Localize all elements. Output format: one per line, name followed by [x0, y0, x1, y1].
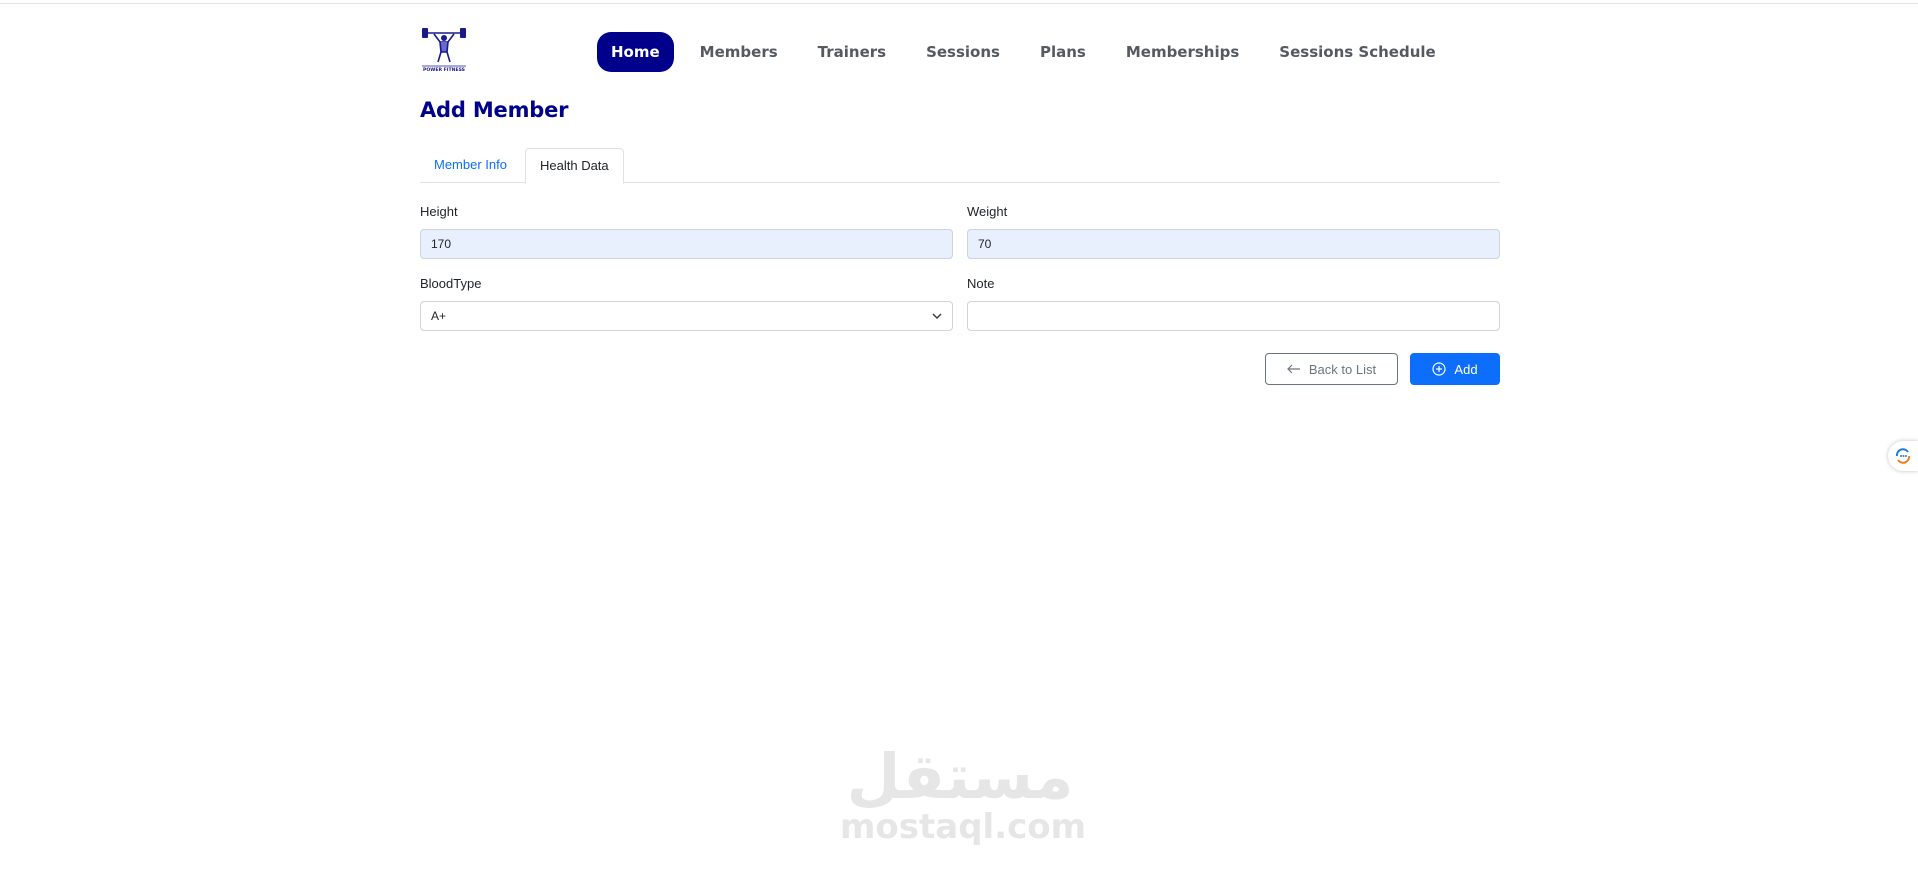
page: POWER FITNESS Home Members Trainers Sess… [0, 0, 1918, 873]
add-button[interactable]: Add [1410, 353, 1500, 385]
back-to-list-label: Back to List [1308, 361, 1377, 377]
bloodtype-selected-value: A+ [431, 309, 447, 323]
weight-input[interactable]: 70 [967, 229, 1500, 259]
watermark-arabic: مستقل [846, 740, 1074, 813]
page-title: Add Member [420, 98, 569, 122]
nav-trainers[interactable]: Trainers [798, 32, 906, 72]
height-label: Height [420, 204, 458, 219]
chevron-down-icon [932, 313, 942, 319]
nav-members[interactable]: Members [680, 32, 798, 72]
floating-chat-widget[interactable] [1888, 441, 1918, 471]
gym-logo[interactable]: POWER FITNESS [420, 26, 468, 74]
form-tabs: Member Info Health Data [420, 148, 1500, 184]
nav-home[interactable]: Home [597, 32, 674, 72]
nav-sessions-schedule[interactable]: Sessions Schedule [1259, 32, 1455, 72]
logo-text: POWER FITNESS [423, 67, 465, 73]
nav-plans[interactable]: Plans [1020, 32, 1106, 72]
plus-circle-icon [1432, 362, 1447, 376]
watermark-latin: mostaql.com [840, 807, 1087, 847]
add-label: Add [1454, 361, 1478, 377]
back-to-list-button[interactable]: Back to List [1265, 353, 1398, 385]
bloodtype-label: BloodType [420, 276, 482, 291]
nav-sessions[interactable]: Sessions [906, 32, 1020, 72]
note-label: Note [967, 276, 995, 291]
arrow-left-icon [1287, 364, 1301, 374]
note-input[interactable] [967, 301, 1500, 331]
bloodtype-select[interactable]: A+ [420, 301, 953, 331]
weightlifter-logo-icon: POWER FITNESS [422, 28, 466, 73]
navbar: POWER FITNESS Home Members Trainers Sess… [420, 26, 1500, 76]
nav-links: Home Members Trainers Sessions Plans Mem… [597, 32, 1456, 72]
top-divider [0, 3, 1918, 4]
weight-label: Weight [967, 204, 1008, 219]
nav-memberships[interactable]: Memberships [1106, 32, 1259, 72]
watermark: مستقل mostaql.com [840, 740, 1087, 847]
tab-member-info[interactable]: Member Info [420, 148, 521, 181]
height-input[interactable]: 170 [420, 229, 953, 259]
chat-refresh-icon [1895, 448, 1911, 464]
tab-health-data[interactable]: Health Data [525, 148, 624, 184]
